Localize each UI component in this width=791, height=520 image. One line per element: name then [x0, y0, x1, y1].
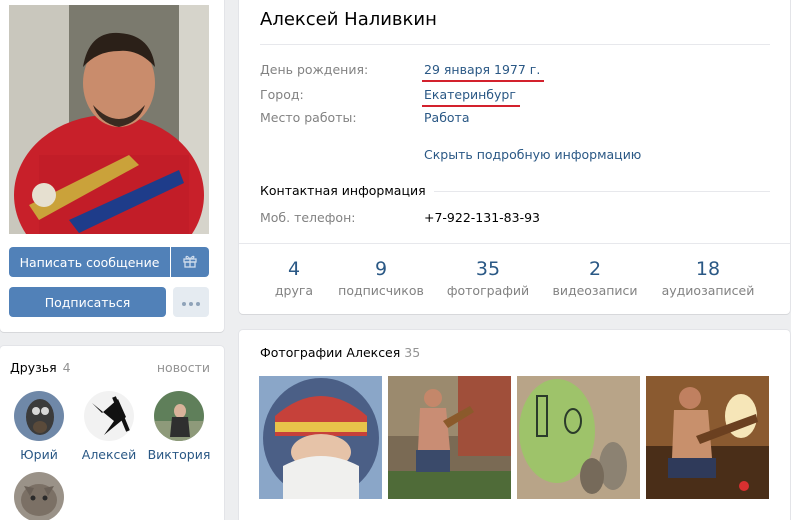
photo-thumbnail[interactable] — [388, 376, 511, 499]
info-label: Моб. телефон: — [260, 210, 356, 225]
stat-audios[interactable]: 18 аудиозаписей — [658, 258, 758, 298]
more-dots-icon — [181, 295, 201, 310]
hide-details-link[interactable]: Скрыть подробную информацию — [424, 147, 641, 162]
stat-caption: друга — [274, 283, 314, 298]
friend-name: Юрий — [20, 447, 58, 462]
send-gift-button[interactable] — [171, 247, 209, 277]
phone-value: +7-922-131-83-93 — [424, 210, 540, 225]
contact-section-title: Контактная информация — [260, 183, 434, 198]
info-label: Город: — [260, 87, 304, 102]
info-label: Место работы: — [260, 110, 357, 125]
photo-thumbnail[interactable] — [646, 376, 769, 499]
friend-avatar — [84, 391, 134, 441]
friends-block: Друзья 4 новости Юрий Алексей Виктория — [0, 346, 224, 520]
photo-thumbnail[interactable] — [259, 376, 382, 499]
subscribe-button[interactable]: Подписаться — [9, 287, 166, 317]
friend-item[interactable] — [7, 472, 71, 520]
friend-avatar — [14, 391, 64, 441]
gift-icon — [183, 254, 197, 271]
stat-number: 18 — [695, 258, 721, 280]
stat-number: 9 — [374, 258, 388, 280]
more-actions-button[interactable] — [173, 287, 209, 317]
friend-avatar — [14, 472, 64, 520]
work-link[interactable]: Работа — [424, 110, 470, 125]
photos-block: Фотографии Алексея 35 — [239, 330, 790, 520]
friend-item[interactable]: Юрий — [7, 391, 71, 462]
stat-caption: видеозаписи — [552, 283, 638, 298]
friend-name: Виктория — [147, 447, 211, 462]
friends-title: Друзья — [10, 360, 57, 375]
stat-caption: подписчиков — [338, 283, 424, 298]
friends-news-link[interactable]: новости — [157, 360, 210, 375]
photos-count: 35 — [404, 345, 421, 360]
stat-caption: аудиозаписей — [661, 283, 755, 298]
stat-photos[interactable]: 35 фотографий — [438, 258, 538, 298]
stat-videos[interactable]: 2 видеозаписи — [545, 258, 645, 298]
profile-info-card: Алексей Наливкин День рождения: 29 январ… — [239, 0, 790, 314]
send-message-button[interactable]: Написать сообщение — [9, 247, 170, 277]
friend-item[interactable]: Алексей — [77, 391, 141, 462]
friends-header[interactable]: Друзья 4 — [10, 360, 71, 375]
stat-caption: фотографий — [446, 283, 530, 298]
friends-count: 4 — [62, 360, 71, 375]
city-link[interactable]: Екатеринбург — [422, 87, 520, 107]
stat-number: 35 — [475, 258, 501, 280]
friend-item[interactable]: Виктория — [147, 391, 211, 462]
stat-friends[interactable]: 4 друга — [244, 258, 344, 298]
photos-header[interactable]: Фотографии Алексея 35 — [260, 345, 420, 360]
photos-title: Фотографии Алексея — [260, 345, 401, 360]
divider — [260, 44, 770, 45]
stat-followers[interactable]: 9 подписчиков — [331, 258, 431, 298]
profile-avatar[interactable] — [9, 5, 209, 234]
stat-number: 4 — [287, 258, 301, 280]
friend-name: Алексей — [81, 447, 137, 462]
divider — [239, 243, 790, 244]
stat-number: 2 — [588, 258, 602, 280]
page-title: Алексей Наливкин — [260, 9, 437, 30]
photo-thumbnail[interactable] — [517, 376, 640, 499]
profile-avatar-card: Написать сообщение Подписаться — [0, 0, 224, 332]
birthday-link[interactable]: 29 января 1977 г. — [422, 62, 545, 82]
friend-avatar — [154, 391, 204, 441]
info-label: День рождения: — [260, 62, 369, 77]
